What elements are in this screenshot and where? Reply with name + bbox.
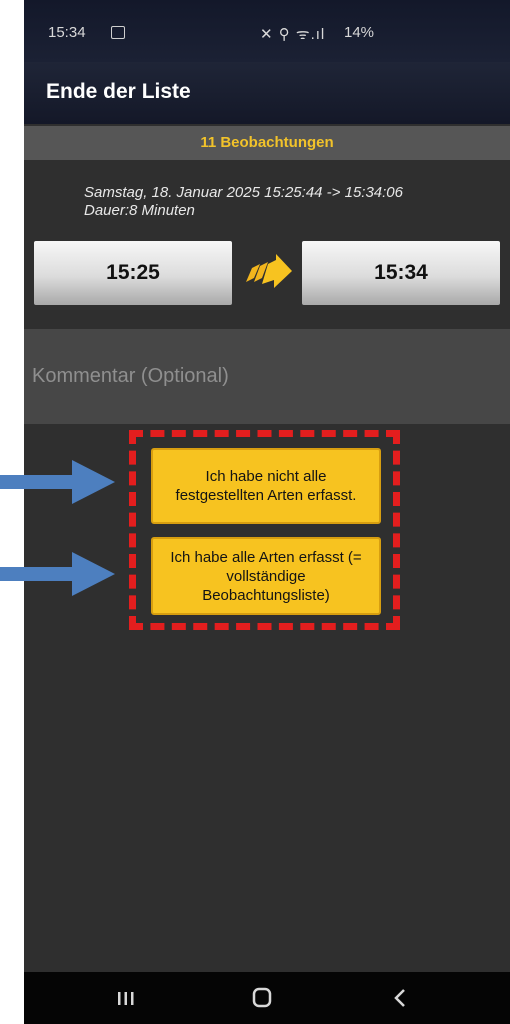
date-range: Samstag, 18. Januar 2025 15:25:44 -> 15:…: [84, 184, 403, 201]
incomplete-list-button[interactable]: Ich habe nicht alle festgestellten Arten…: [151, 448, 381, 524]
navigation-bar: [24, 972, 510, 1024]
complete-list-label: Ich habe alle Arten erfasst (= vollständ…: [170, 548, 362, 604]
back-icon[interactable]: [370, 972, 430, 1024]
app-bar: Ende der Liste: [24, 62, 510, 124]
status-icons: ✕ ⚲ ᯤ.ıl: [260, 26, 326, 43]
home-icon[interactable]: [232, 972, 292, 1024]
incomplete-list-label: Ich habe nicht alle festgestellten Arten…: [175, 468, 357, 504]
notification-icon: [111, 26, 125, 39]
annotation-arrow-icon: [0, 552, 115, 596]
arrow-right-icon: [246, 254, 292, 288]
comment-input[interactable]: [24, 329, 510, 424]
battery-level: 14%: [344, 24, 375, 41]
complete-list-button[interactable]: Ich habe alle Arten erfasst (= vollständ…: [151, 537, 381, 615]
start-time-button[interactable]: 15:25: [34, 241, 232, 305]
duration: Dauer:8 Minuten: [84, 202, 195, 219]
observation-count: 11 Beobachtungen: [24, 126, 510, 160]
annotation-arrow-icon: [0, 460, 115, 504]
status-bar: 15:34 ✕ ⚲ ᯤ.ıl 14%: [24, 0, 510, 62]
end-time-button[interactable]: 15:34: [302, 241, 500, 305]
date-info: Samstag, 18. Januar 2025 15:25:44 -> 15:…: [84, 184, 504, 220]
page-title: Ende der Liste: [46, 80, 191, 103]
recents-icon[interactable]: [96, 972, 156, 1024]
phone-screen: 15:34 ✕ ⚲ ᯤ.ıl 14% Ende der Liste 11 Beo…: [24, 0, 510, 1024]
status-time: 15:34: [48, 24, 86, 41]
